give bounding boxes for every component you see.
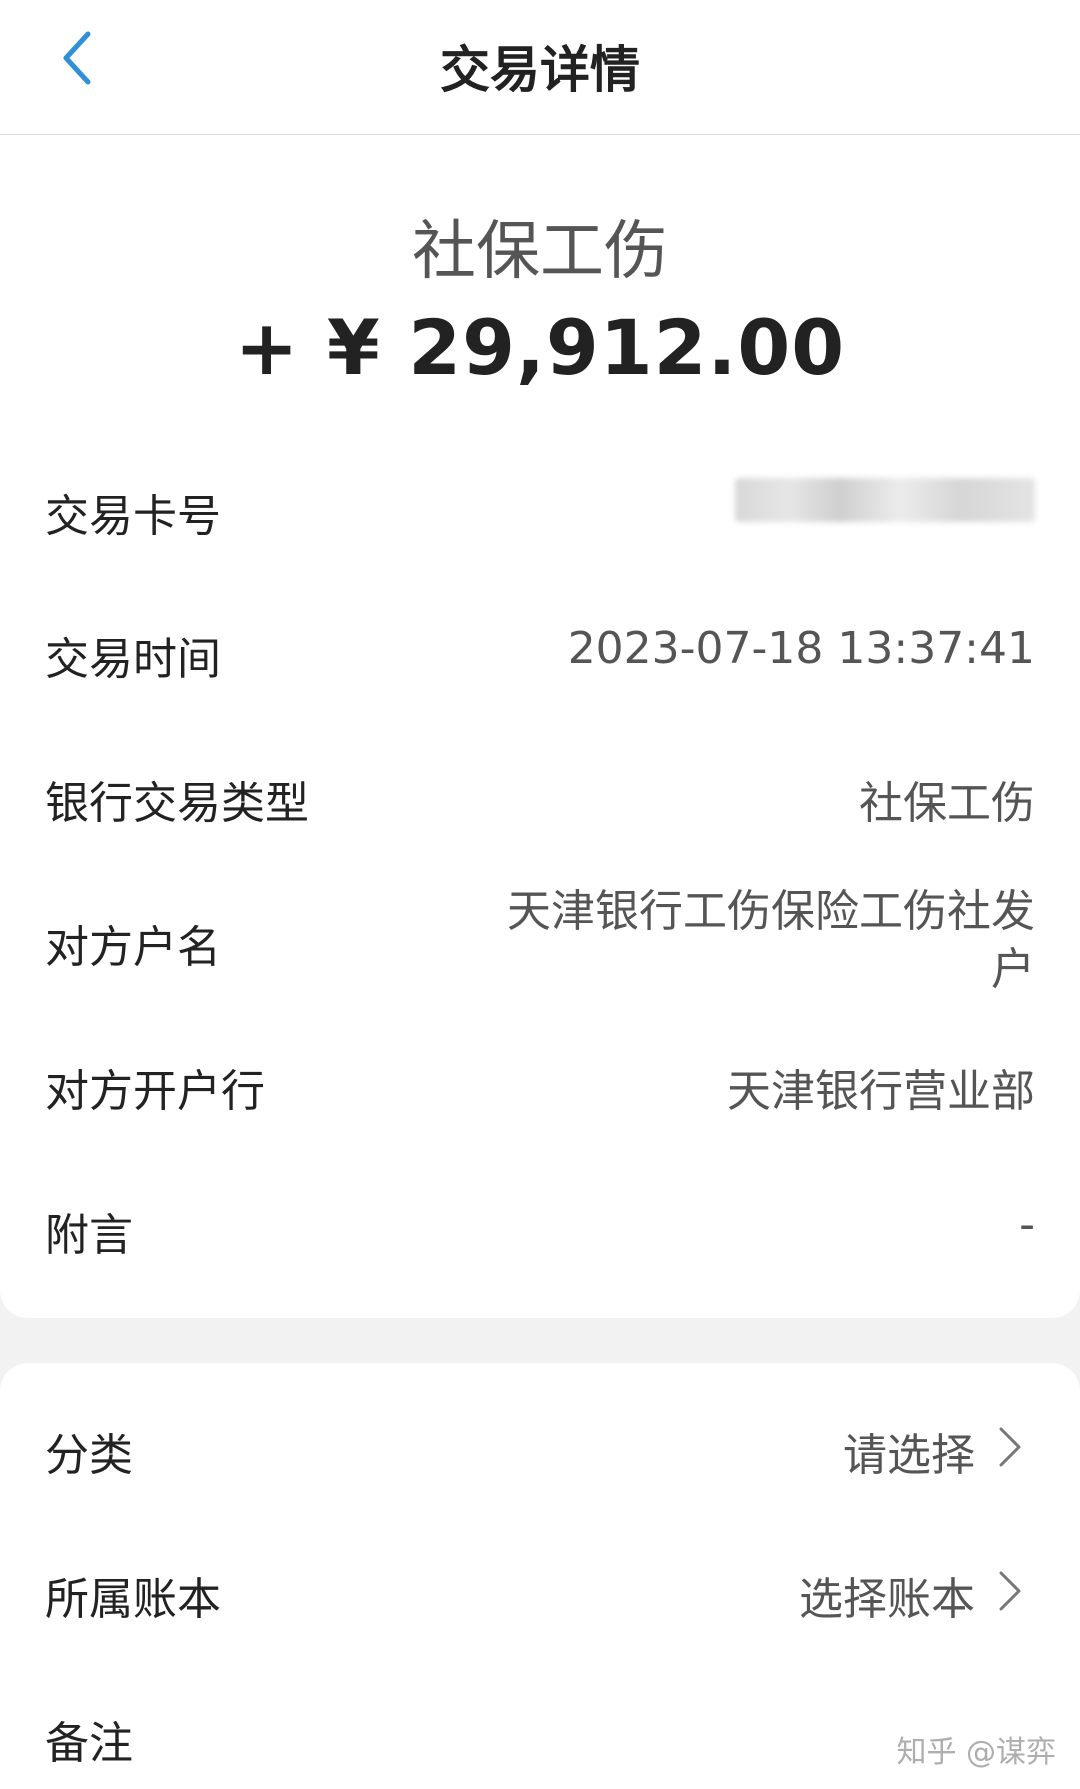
memo-value: - — [1019, 1199, 1035, 1250]
page-title: 交易详情 — [440, 41, 640, 99]
transaction-time-value: 2023-07-18 13:37:41 — [567, 623, 1035, 674]
counterparty-bank-value: 天津银行营业部 — [727, 1066, 1035, 1117]
category-row[interactable]: 分类 请选择 — [45, 1413, 1035, 1483]
ledger-label: 所属账本 — [45, 1574, 221, 1625]
counterparty-name-label: 对方户名 — [45, 922, 221, 973]
bookkeeping-card: 分类 请选择 所属账本 选择账本 备注 知乎 @谋弈 — [0, 1363, 1080, 1789]
transaction-detail-card: 社保工伤 + ¥ 29,912.00 交易卡号 交易时间 2023-07-18 … — [0, 135, 1080, 1318]
counterparty-bank-label: 对方开户行 — [45, 1066, 265, 1117]
counterparty-name-row: 对方户名 天津银行工伤保险工伤社发 户 — [45, 875, 1035, 1015]
note-row[interactable]: 备注 — [45, 1701, 1035, 1771]
memo-label: 附言 — [45, 1210, 133, 1261]
memo-row: 附言 - — [45, 1199, 1035, 1261]
transaction-time-row: 交易时间 2023-07-18 13:37:41 — [45, 623, 1035, 685]
counterparty-name-value-line2: 户 — [991, 944, 1035, 995]
chevron-right-icon — [999, 1571, 1021, 1611]
counterparty-bank-row: 对方开户行 天津银行营业部 — [45, 1055, 1035, 1117]
bank-transaction-type-label: 银行交易类型 — [45, 778, 309, 829]
transaction-amount: + ¥ 29,912.00 — [234, 303, 846, 392]
card-number-label: 交易卡号 — [45, 491, 221, 542]
category-label: 分类 — [45, 1430, 133, 1481]
card-number-row: 交易卡号 — [45, 478, 1035, 542]
transaction-time-label: 交易时间 — [45, 634, 221, 685]
top-bar: 交易详情 — [0, 0, 1080, 135]
category-value: 请选择 — [843, 1430, 975, 1481]
bank-transaction-type-row: 银行交易类型 社保工伤 — [45, 767, 1035, 829]
chevron-right-icon — [999, 1427, 1021, 1467]
ledger-row[interactable]: 所属账本 选择账本 — [45, 1557, 1035, 1627]
transaction-type-title: 社保工伤 — [412, 215, 668, 289]
card-number-value-redacted — [735, 478, 1035, 522]
watermark: 知乎 @谋弈 — [896, 1735, 1056, 1770]
ledger-value: 选择账本 — [799, 1574, 975, 1625]
counterparty-name-value-line1: 天津银行工伤保险工伤社发 — [507, 886, 1035, 937]
note-label: 备注 — [45, 1718, 133, 1769]
bank-transaction-type-value: 社保工伤 — [859, 778, 1035, 829]
